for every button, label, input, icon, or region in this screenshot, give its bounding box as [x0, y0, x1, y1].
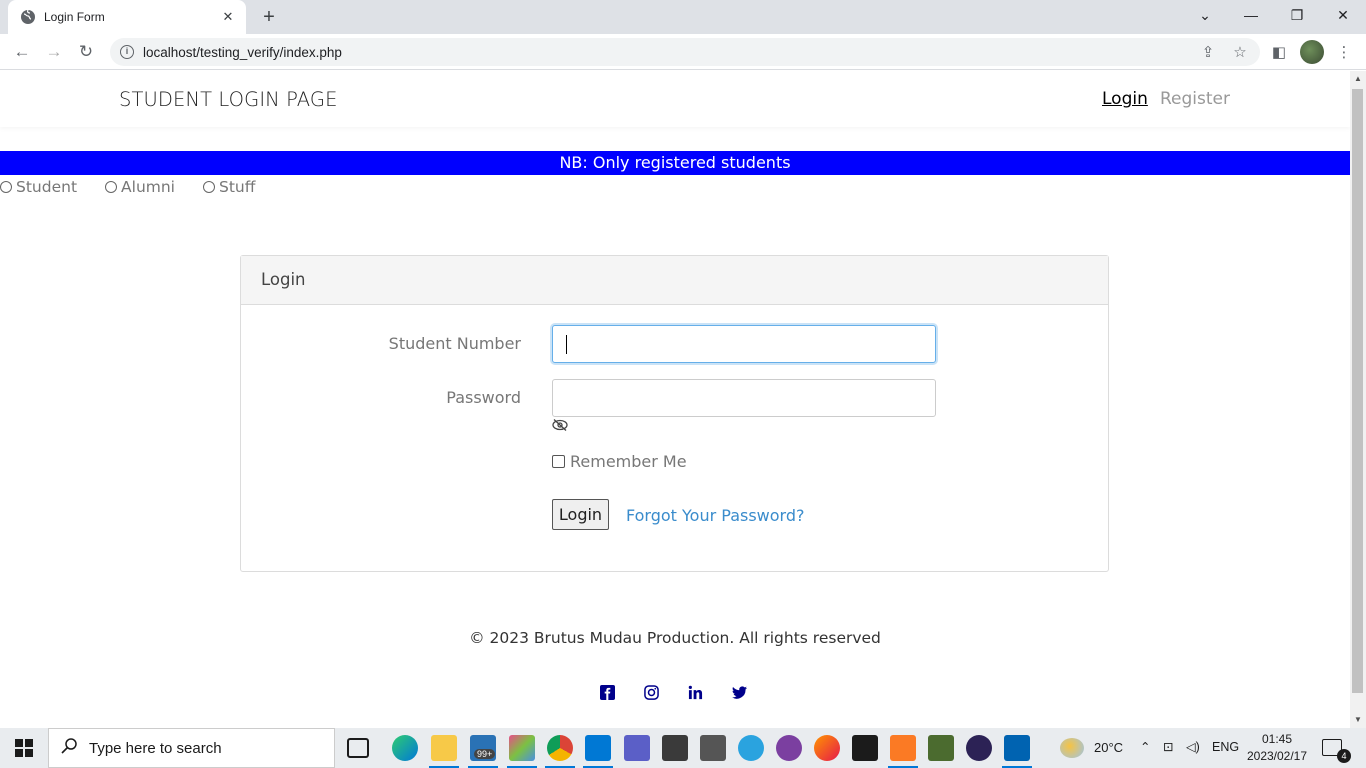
vscode-icon[interactable]: [583, 735, 613, 768]
bookmark-star-icon[interactable]: ☆: [1226, 38, 1254, 66]
role-label: Alumni: [121, 178, 175, 196]
radio-student[interactable]: [0, 181, 12, 193]
social-links: [598, 683, 774, 701]
site-brand[interactable]: STUDENT LOGIN PAGE: [119, 88, 338, 111]
page-viewport: STUDENT LOGIN PAGE Login Register NB: On…: [0, 71, 1350, 728]
notification-icon[interactable]: 4: [1322, 739, 1351, 763]
forgot-password-link[interactable]: Forgot Your Password?: [626, 506, 805, 525]
role-label: Stuff: [219, 178, 256, 196]
app-icon[interactable]: [852, 735, 878, 761]
file-explorer-icon[interactable]: [429, 735, 459, 768]
search-placeholder: Type here to search: [89, 739, 222, 757]
notification-count: 4: [1337, 749, 1351, 763]
minimize-button[interactable]: —: [1228, 0, 1274, 30]
app-icon[interactable]: [662, 735, 688, 761]
instagram-icon[interactable]: [642, 683, 660, 701]
role-option-stuff[interactable]: Stuff: [203, 177, 255, 197]
app-icon[interactable]: [776, 735, 802, 761]
language-indicator[interactable]: ENG: [1212, 740, 1239, 754]
mail-icon[interactable]: 99+: [468, 735, 498, 768]
password-label: Password: [446, 388, 521, 407]
task-view-icon[interactable]: [347, 738, 369, 758]
url-text: localhost/testing_verify/index.php: [143, 44, 342, 60]
app-icon[interactable]: [1002, 735, 1032, 768]
browser-toolbar: ← → ↻ i localhost/testing_verify/index.p…: [0, 34, 1366, 70]
tab-search-icon[interactable]: ⌄: [1182, 0, 1228, 30]
login-card: Login Student Number Password Remember M…: [240, 255, 1109, 572]
firefox-icon[interactable]: [814, 735, 840, 761]
restore-button[interactable]: ❐: [1274, 0, 1320, 30]
notice-banner: NB: Only registered students: [0, 151, 1350, 175]
eclipse-icon[interactable]: [966, 735, 992, 761]
teams-icon[interactable]: [624, 735, 650, 761]
role-label: Student: [16, 178, 78, 196]
page-scrollbar[interactable]: ▲ ▼: [1350, 71, 1366, 728]
forward-icon[interactable]: →: [40, 38, 68, 66]
eye-slash-icon[interactable]: [552, 418, 568, 431]
back-icon[interactable]: ←: [8, 38, 36, 66]
volume-icon[interactable]: ◁): [1186, 739, 1200, 754]
scroll-down-arrow[interactable]: ▼: [1350, 712, 1366, 728]
clock[interactable]: 01:45 2023/02/17: [1246, 731, 1308, 765]
scroll-up-arrow[interactable]: ▲: [1350, 71, 1366, 87]
globe-icon: [20, 9, 36, 25]
network-icon[interactable]: ⊡: [1163, 739, 1173, 754]
close-tab-icon[interactable]: ✕: [220, 9, 236, 25]
windows-start-icon[interactable]: [0, 728, 48, 768]
site-info-icon[interactable]: i: [120, 45, 134, 59]
remember-me-option[interactable]: Remember Me: [552, 452, 687, 471]
app-icon[interactable]: [700, 735, 726, 761]
role-radio-group: Student Alumni Stuff: [0, 177, 283, 197]
side-panel-icon[interactable]: ◧: [1265, 38, 1293, 66]
taskbar: Type here to search 99+ 20°C ⌃ ⊡ ◁) ENG …: [0, 728, 1366, 768]
role-option-alumni[interactable]: Alumni: [105, 177, 175, 197]
telegram-icon[interactable]: [738, 735, 764, 761]
app-icon[interactable]: [507, 735, 537, 768]
tab-strip: Login Form ✕ + ⌄ — ❐ ✕: [0, 0, 1366, 34]
login-button[interactable]: Login: [552, 499, 609, 530]
reload-icon[interactable]: ↻: [72, 38, 100, 66]
chevron-up-icon[interactable]: ⌃: [1140, 739, 1150, 754]
app-icon[interactable]: [928, 735, 954, 761]
remember-me-checkbox[interactable]: [552, 455, 565, 468]
twitter-icon[interactable]: [730, 683, 748, 701]
student-number-input[interactable]: [552, 325, 936, 363]
taskbar-search[interactable]: Type here to search: [48, 728, 335, 768]
close-window-button[interactable]: ✕: [1320, 0, 1366, 30]
facebook-icon[interactable]: [598, 683, 616, 701]
password-input[interactable]: [552, 379, 936, 417]
nav-register-link[interactable]: Register: [1160, 89, 1230, 109]
profile-avatar[interactable]: [1300, 40, 1324, 64]
browser-tab[interactable]: Login Form ✕: [8, 0, 246, 34]
chrome-icon[interactable]: [545, 735, 575, 768]
linkedin-icon[interactable]: [686, 683, 704, 701]
temperature[interactable]: 20°C: [1094, 740, 1123, 755]
tab-title: Login Form: [44, 10, 105, 24]
text-caret: [566, 335, 567, 354]
edge-icon[interactable]: [392, 735, 418, 761]
address-bar[interactable]: i localhost/testing_verify/index.php: [110, 38, 1260, 66]
search-icon: [61, 737, 77, 759]
menu-dots-icon[interactable]: ⋮: [1330, 38, 1358, 66]
weather-icon[interactable]: [1060, 738, 1084, 758]
mail-badge: 99+: [474, 749, 496, 759]
clock-date: 2023/02/17: [1246, 749, 1308, 763]
footer-copyright: © 2023 Brutus Mudau Production. All righ…: [469, 629, 881, 647]
site-navbar: STUDENT LOGIN PAGE Login Register: [0, 71, 1350, 127]
card-header: Login: [241, 256, 1108, 305]
nav-login-link[interactable]: Login: [1102, 89, 1148, 109]
xampp-icon[interactable]: [888, 735, 918, 768]
remember-me-label: Remember Me: [570, 452, 687, 471]
scroll-thumb[interactable]: [1352, 89, 1363, 693]
new-tab-button[interactable]: +: [258, 6, 280, 28]
student-number-label: Student Number: [388, 334, 521, 353]
share-icon[interactable]: ⇪: [1194, 38, 1222, 66]
radio-stuff[interactable]: [203, 181, 215, 193]
role-option-student[interactable]: Student: [0, 177, 77, 197]
clock-time: 01:45: [1261, 732, 1293, 746]
radio-alumni[interactable]: [105, 181, 118, 193]
